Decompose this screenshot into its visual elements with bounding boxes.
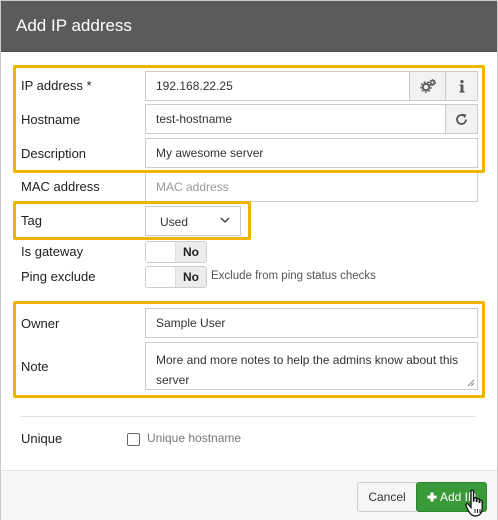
- description-label: Description: [21, 146, 87, 161]
- add-ip-modal: Add IP address IP address * 192.168.22.2…: [0, 0, 498, 520]
- mac-address-input[interactable]: MAC address: [145, 172, 478, 202]
- ip-options-button[interactable]: [409, 71, 446, 101]
- hostname-label: Hostname: [21, 112, 81, 127]
- tag-select[interactable]: Used: [145, 206, 241, 236]
- is-gateway-label: Is gateway: [21, 244, 84, 259]
- hand-pointer-icon: [465, 489, 483, 517]
- chevron-down-icon: [220, 217, 230, 224]
- note-text: More and more notes to help the admins k…: [156, 353, 459, 387]
- section-divider: [20, 416, 476, 417]
- owner-input[interactable]: Sample User: [145, 308, 478, 338]
- description-input[interactable]: My awesome server: [145, 138, 478, 168]
- mac-address-label: MAC address: [21, 179, 100, 194]
- info-icon: [459, 79, 464, 93]
- owner-label: Owner: [21, 316, 60, 331]
- toggle-knob: [146, 267, 176, 287]
- toggle-knob: [146, 242, 176, 262]
- plus-icon: [427, 492, 437, 502]
- resize-handle-icon[interactable]: [467, 379, 475, 387]
- cancel-button-label: Cancel: [368, 490, 406, 504]
- ip-address-input[interactable]: 192.168.22.25: [145, 71, 410, 101]
- toggle-state: No: [176, 242, 206, 262]
- ip-info-button[interactable]: [445, 71, 478, 101]
- modal-header: Add IP address: [1, 1, 497, 52]
- unique-hostname-checkbox[interactable]: [127, 433, 140, 446]
- unique-hostname-label[interactable]: Unique hostname: [147, 431, 241, 445]
- hostname-input[interactable]: test-hostname: [145, 104, 446, 134]
- note-label: Note: [21, 359, 49, 374]
- is-gateway-toggle[interactable]: No: [145, 241, 207, 263]
- tag-select-value: Used: [160, 215, 189, 229]
- refresh-icon: [456, 113, 467, 125]
- ping-exclude-toggle[interactable]: No: [145, 266, 207, 288]
- modal-title: Add IP address: [16, 16, 132, 35]
- cancel-button[interactable]: Cancel: [357, 482, 417, 512]
- gears-icon: [419, 79, 436, 93]
- note-textarea[interactable]: More and more notes to help the admins k…: [145, 342, 478, 390]
- tag-label: Tag: [21, 213, 42, 228]
- ping-exclude-label: Ping exclude: [21, 269, 96, 284]
- ping-exclude-hint: Exclude from ping status checks: [211, 270, 376, 282]
- hostname-refresh-button[interactable]: [445, 104, 478, 134]
- toggle-state: No: [176, 267, 206, 287]
- unique-label: Unique: [21, 431, 63, 446]
- ip-address-label: IP address *: [21, 78, 92, 93]
